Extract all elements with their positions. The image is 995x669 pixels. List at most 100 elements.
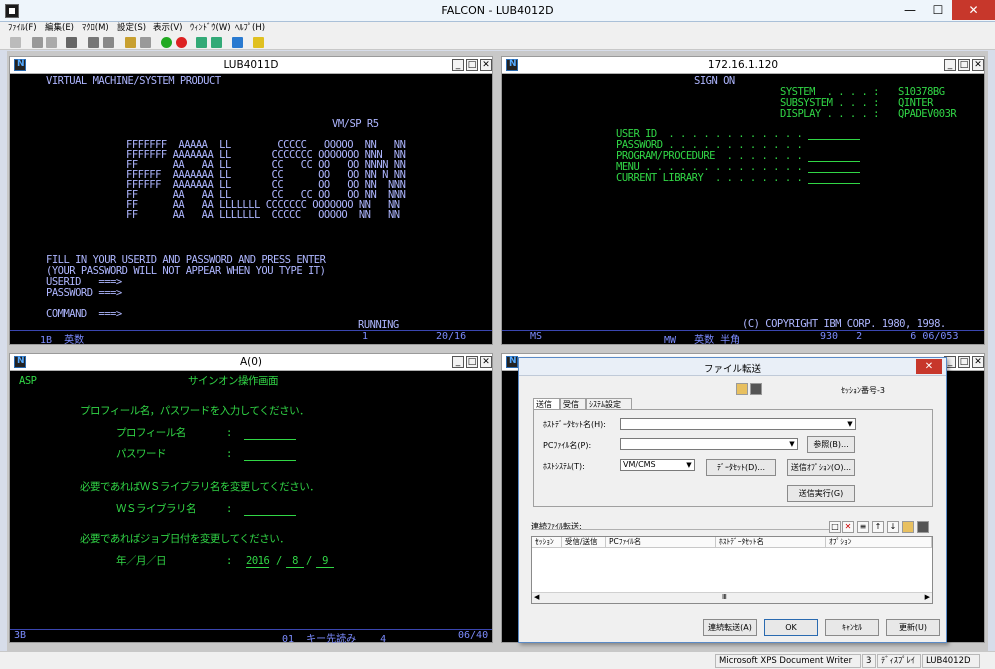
continuous-transfer-button[interactable]: 連続転送(A) [703,619,757,636]
column-header[interactable]: ｾｯｼｮﾝ [532,537,562,548]
scroll-right-icon[interactable]: ▶ [925,593,930,601]
macro-b-icon[interactable] [211,37,222,48]
record-start-icon[interactable] [161,37,172,48]
dialog-title: ファイル転送 [703,364,761,375]
session-minimize-button[interactable]: _ [944,59,956,71]
edit-icon[interactable]: ≡ [857,521,869,533]
new-icon[interactable]: □ [829,521,841,533]
menu-view[interactable]: 表示(V) [153,22,182,34]
macro-a-icon[interactable] [196,37,207,48]
file-transfer-dialog: ファイル転送 ✕ ｾｯｼｮﾝ番号-3 送信 受信 ｼｽﾃﾑ設定 ﾎｽﾄﾃﾞｰﾀｾ… [518,357,947,643]
colon: : [226,448,232,460]
app-statusbar: Microsoft XPS Document Writer 3 ﾃﾞｨｽﾌﾟﾚｲ… [0,651,995,669]
session-window-a0[interactable]: A(0) _ □ ✕ ASP サインオン操作画面 プロフィール名，パスワードを入… [9,353,493,645]
help-icon[interactable] [253,37,264,48]
maximize-button[interactable]: ☐ [924,0,952,20]
copy-icon[interactable] [88,37,99,48]
session-minimize-button[interactable]: _ [452,356,464,368]
year-input[interactable]: 2016 [246,556,270,568]
session-title: A(0) [239,356,263,368]
asp-label: ASP [19,375,37,387]
menu-file[interactable]: ﾌｧｲﾙ(F) [8,22,37,34]
logo-line: FF AA AA LLLLLLL CCCCC OOOOO NN NN [126,209,400,221]
session-minimize-button[interactable]: _ [452,59,464,71]
dialog-close-button[interactable]: ✕ [916,359,942,374]
scroll-left-icon[interactable]: ◀ [534,593,539,601]
status-divider [10,629,492,630]
send-option-button[interactable]: 送信ｵﾌﾟｼｮﾝ(O)... [787,459,855,476]
print-icon[interactable] [66,37,77,48]
scroll-thumb-icon[interactable]: Ⅲ [722,593,727,601]
library-input[interactable] [808,183,860,184]
terminal-screen[interactable]: ASP サインオン操作画面 プロフィール名，パスワードを入力してください． プロ… [10,372,492,645]
send-execute-button[interactable]: 送信実行(G) [787,485,855,502]
session-close-button[interactable]: ✕ [480,59,492,71]
delete-icon[interactable]: ✕ [842,521,854,533]
column-header[interactable]: 受信/送信 [562,537,606,548]
session-maximize-button[interactable]: □ [466,356,478,368]
pc-file-input[interactable]: ▼ [620,438,798,450]
program-input[interactable] [808,161,860,162]
status-right: 06/40 [458,630,489,641]
record-stop-icon[interactable] [176,37,187,48]
column-header[interactable]: ｵﾌﾟｼｮﾝ [826,537,932,548]
day-input[interactable]: 9 [316,556,334,568]
session-close-button[interactable]: ✕ [972,356,984,368]
host-dataset-input[interactable]: ▼ [620,418,856,430]
arrow-up-icon[interactable]: ↑ [872,521,884,533]
window-icon[interactable] [140,37,151,48]
ok-button[interactable]: OK [764,619,818,636]
cancel-button[interactable]: ｷｬﾝｾﾙ [825,619,879,636]
menu-edit[interactable]: 編集(E) [45,22,74,34]
session-window-lub4011d[interactable]: LUB4011D _ □ ✕ VIRTUAL MACHINE/SYSTEM PR… [9,56,493,346]
password-label: パスワード [116,448,167,460]
update-button[interactable]: 更新(U) [886,619,940,636]
separator [531,529,837,530]
save-icon[interactable] [750,383,762,395]
session-titlebar: 172.16.1.120 _ □ ✕ [502,57,984,74]
profile-input[interactable] [244,439,296,440]
column-header[interactable]: ﾎｽﾄﾃﾞｰﾀｾｯﾄ名 [716,537,826,548]
chevron-down-icon[interactable]: ▼ [845,419,855,429]
menu-input[interactable] [808,172,860,173]
minimize-button[interactable]: — [896,0,924,20]
chevron-down-icon[interactable]: ▼ [787,439,797,449]
paste-icon[interactable] [103,37,114,48]
menu-macro[interactable]: ﾏｸﾛ(M) [82,22,109,34]
menu-window[interactable]: ｳｨﾝﾄﾞｳ(W) [190,22,231,34]
screen-header: SIGN ON [694,75,735,87]
horizontal-scrollbar[interactable]: ◀ Ⅲ ▶ [532,592,932,603]
dataset-button[interactable]: ﾃﾞｰﾀｾｯﾄ(D)... [706,459,776,476]
chevron-down-icon[interactable]: ▼ [684,460,694,470]
column-header[interactable]: PCﾌｧｲﾙ名 [606,537,716,548]
session-maximize-button[interactable]: □ [958,59,970,71]
session-close-button[interactable]: ✕ [972,59,984,71]
session-maximize-button[interactable]: □ [958,356,970,368]
transfer-icon[interactable] [232,37,243,48]
connect-icon[interactable] [10,37,21,48]
open-icon[interactable] [125,37,136,48]
userid-input[interactable] [808,139,860,140]
browse-button[interactable]: 参照(B)... [807,436,855,453]
open-folder-icon[interactable] [736,383,748,395]
terminal-screen[interactable]: VIRTUAL MACHINE/SYSTEM PRODUCT VM/SP R5 … [10,75,492,346]
arrow-down-icon[interactable]: ↓ [887,521,899,533]
transfer-list[interactable]: ｾｯｼｮﾝ 受信/送信 PCﾌｧｲﾙ名 ﾎｽﾄﾃﾞｰﾀｾｯﾄ名 ｵﾌﾟｼｮﾝ ◀… [531,536,933,604]
close-button[interactable]: ✕ [952,0,995,20]
session-window-172-16-1-120[interactable]: 172.16.1.120 _ □ ✕ SIGN ON SYSTEM . . . … [501,56,985,346]
wslib-input[interactable] [244,515,296,516]
save-icon[interactable] [917,521,929,533]
menu-help[interactable]: ﾍﾙﾌﾟ(H) [235,22,265,34]
host-system-select[interactable]: VM/CMS ▼ [620,459,695,471]
menu-settings[interactable]: 設定(S) [117,22,146,34]
session-close-button[interactable]: ✕ [480,356,492,368]
session-maximize-button[interactable]: □ [466,59,478,71]
reconnect-icon[interactable] [46,37,57,48]
terminal-screen[interactable]: SIGN ON SYSTEM . . . . : SUBSYSTEM . . .… [502,75,984,346]
month-input[interactable]: 8 [286,556,304,568]
status-mid: 01 キー先読み 4 [282,634,387,645]
open-folder-icon[interactable] [902,521,914,533]
password-input[interactable] [244,460,296,461]
disconnect-icon[interactable] [32,37,43,48]
profile-label: プロフィール名 [116,427,186,439]
